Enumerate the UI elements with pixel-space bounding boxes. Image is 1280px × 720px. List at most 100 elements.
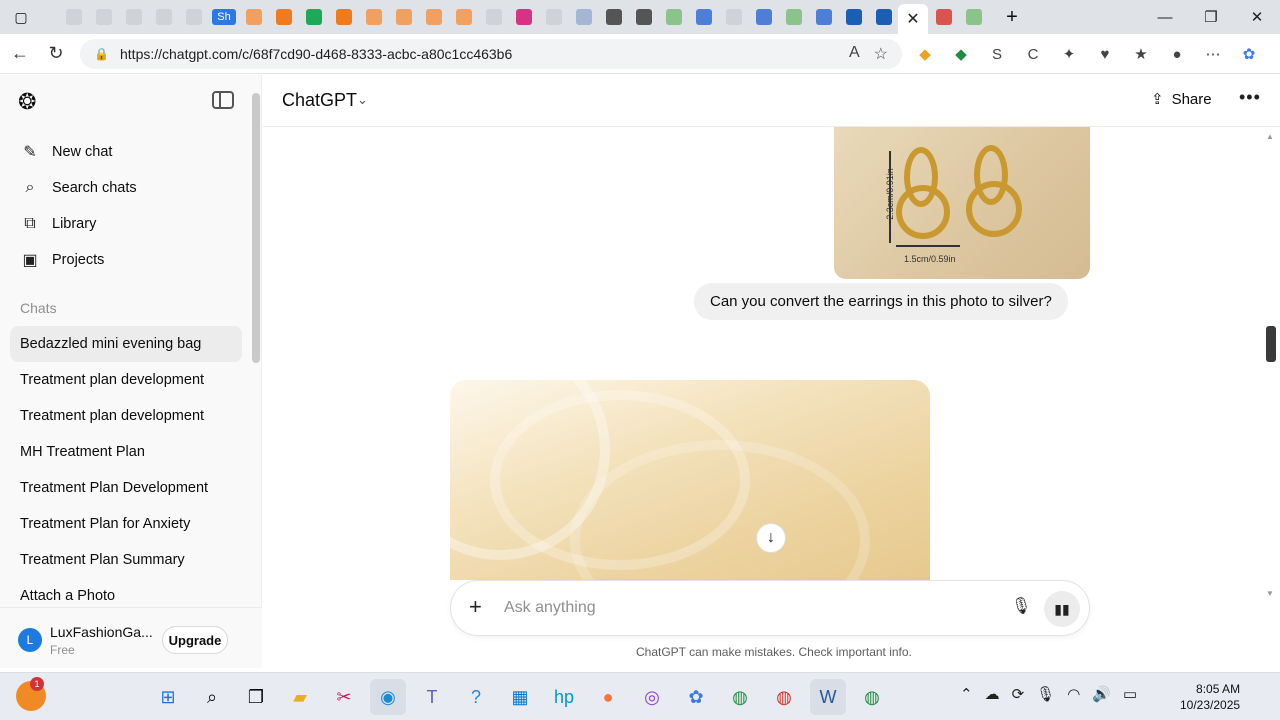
browser-tab[interactable] <box>390 6 418 28</box>
minimize-button[interactable]: — <box>1142 0 1188 34</box>
browser-tab[interactable] <box>600 6 628 28</box>
task-view-icon[interactable]: ❐ <box>238 679 274 715</box>
user-account[interactable]: L LuxFashionGa... Free Upgrade <box>0 607 262 668</box>
chat-item[interactable]: Treatment Plan for Anxiety <box>10 506 242 542</box>
scroll-up-arrow-icon[interactable]: ▲ <box>1266 132 1274 141</box>
teams-icon[interactable]: T <box>414 679 450 715</box>
browser-tab[interactable] <box>330 6 358 28</box>
conversation-scrollbar[interactable]: ▲ ▼ <box>1264 127 1278 668</box>
onedrive-icon[interactable]: ☁ <box>985 685 1000 703</box>
new-chat-button[interactable]: ✎ New chat <box>10 134 242 170</box>
tray-overflow-icon[interactable]: ⌃ <box>960 685 973 703</box>
generated-image[interactable] <box>450 380 930 580</box>
model-selector[interactable]: ChatGPT <box>282 90 357 111</box>
browser-tab[interactable] <box>510 6 538 28</box>
tab-green[interactable] <box>960 6 988 28</box>
chat-item[interactable]: Treatment Plan Summary <box>10 542 242 578</box>
uploaded-earrings-image[interactable]: 2.3cm/0.91in 1.5cm/0.59in <box>834 127 1090 279</box>
browser-tab[interactable] <box>570 6 598 28</box>
browser-tab[interactable] <box>240 6 268 28</box>
copilot-icon[interactable]: ✿ <box>1236 41 1262 67</box>
sidebar-toggle-icon[interactable] <box>212 91 234 109</box>
chat-item[interactable]: Treatment plan development <box>10 362 242 398</box>
browser-tab[interactable] <box>270 6 298 28</box>
voice-mode-icon[interactable]: ▮▮ <box>1044 591 1080 627</box>
browser-tab[interactable] <box>720 6 748 28</box>
browser-tab[interactable] <box>360 6 388 28</box>
message-composer[interactable]: + Ask anything 🎙 ▮▮ <box>450 580 1090 636</box>
chrome-profile-icon[interactable]: ◍ <box>766 679 802 715</box>
browser-tab[interactable] <box>840 6 868 28</box>
media-icon[interactable]: ◎ <box>634 679 670 715</box>
more-options-icon[interactable]: ••• <box>1239 87 1261 108</box>
sidebar-scrollbar[interactable] <box>252 85 260 365</box>
settings-more-icon[interactable]: ⋯ <box>1200 41 1226 67</box>
word-icon[interactable]: W <box>810 679 846 715</box>
add-attachment-icon[interactable]: + <box>469 594 482 620</box>
browser-tab[interactable] <box>450 6 478 28</box>
browser-tab[interactable] <box>690 6 718 28</box>
microphone-icon[interactable]: 🎙 <box>1011 596 1031 616</box>
new-tab-button[interactable]: + <box>998 6 1026 28</box>
scroll-down-arrow-icon[interactable]: ↓ <box>756 523 786 553</box>
snipping-tool-icon[interactable]: ✂ <box>326 679 362 715</box>
share-button[interactable]: ⇪ Share <box>1151 90 1212 109</box>
browser-tab[interactable] <box>300 6 328 28</box>
edge-icon[interactable]: ◉ <box>370 679 406 715</box>
browser-tab[interactable] <box>420 6 448 28</box>
sync-icon[interactable]: ⟳ <box>1012 685 1025 703</box>
profile-icon[interactable]: ● <box>1164 41 1190 67</box>
search-taskbar-icon[interactable]: ⌕ <box>194 679 230 715</box>
extension-c-icon[interactable]: C <box>1020 41 1046 67</box>
chat-item[interactable]: MH Treatment Plan <box>10 434 242 470</box>
scrollbar-thumb[interactable] <box>1266 326 1276 362</box>
battery-icon[interactable]: ▭ <box>1123 685 1137 703</box>
back-button[interactable]: ← <box>2 38 38 70</box>
favorites-icon[interactable]: ★ <box>1128 41 1154 67</box>
browser-tab[interactable] <box>870 6 898 28</box>
help-icon[interactable]: ? <box>458 679 494 715</box>
browser-tab[interactable] <box>90 6 118 28</box>
browser-tab[interactable] <box>150 6 178 28</box>
store-icon[interactable]: ▦ <box>502 679 538 715</box>
openai-logo-icon[interactable]: ❂ <box>18 89 42 114</box>
chat-item[interactable]: Treatment plan development <box>10 398 242 434</box>
read-aloud-icon[interactable]: A <box>849 44 860 64</box>
projects-button[interactable]: ▣ Projects <box>10 242 242 278</box>
mic-tray-icon[interactable]: 🎙 <box>1036 685 1055 703</box>
copilot-taskbar-icon[interactable]: ✿ <box>678 679 714 715</box>
start-icon[interactable]: ⊞ <box>150 679 186 715</box>
tab-pdf[interactable] <box>930 6 958 28</box>
browser-tab[interactable] <box>120 6 148 28</box>
browser-tab[interactable] <box>750 6 778 28</box>
extension-green-icon[interactable]: ◆ <box>948 41 974 67</box>
browser-essentials-icon[interactable]: ♥ <box>1092 41 1118 67</box>
browser-tab[interactable] <box>660 6 688 28</box>
chat-item[interactable]: Treatment Plan Development <box>10 470 242 506</box>
browser-tab[interactable] <box>180 6 208 28</box>
firefox-icon[interactable]: ● <box>590 679 626 715</box>
scroll-down-arrow-small-icon[interactable]: ▼ <box>1266 589 1274 598</box>
chrome-k-icon[interactable]: ◍ <box>854 679 890 715</box>
browser-tab[interactable] <box>480 6 508 28</box>
close-window-button[interactable]: ✕ <box>1234 0 1280 34</box>
browser-tab[interactable] <box>810 6 838 28</box>
restore-button[interactable]: ❐ <box>1188 0 1234 34</box>
favorite-star-icon[interactable]: ☆ <box>874 44 888 64</box>
extensions-puzzle-icon[interactable]: ✦ <box>1056 41 1082 67</box>
browser-tab[interactable]: Sh <box>210 6 238 28</box>
browser-tab[interactable] <box>60 6 88 28</box>
composer-input[interactable]: Ask anything <box>504 599 596 617</box>
url-field[interactable]: 🔒 https://chatgpt.com/c/68f7cd90-d468-83… <box>80 39 902 69</box>
volume-icon[interactable]: 🔊 <box>1092 685 1111 703</box>
library-button[interactable]: ⧉ Library <box>10 206 242 242</box>
chat-item[interactable]: Bedazzled mini evening bag <box>10 326 242 362</box>
extension-honey-icon[interactable]: ◆ <box>912 41 938 67</box>
file-explorer-icon[interactable]: ▰ <box>282 679 318 715</box>
browser-tab[interactable] <box>630 6 658 28</box>
clock[interactable]: 8:05 AM 10/23/2025 <box>1180 681 1240 713</box>
upgrade-button[interactable]: Upgrade <box>162 626 228 654</box>
wifi-icon[interactable]: ◠ <box>1067 685 1080 703</box>
extension-s-icon[interactable]: S <box>984 41 1010 67</box>
browser-tab[interactable] <box>780 6 808 28</box>
